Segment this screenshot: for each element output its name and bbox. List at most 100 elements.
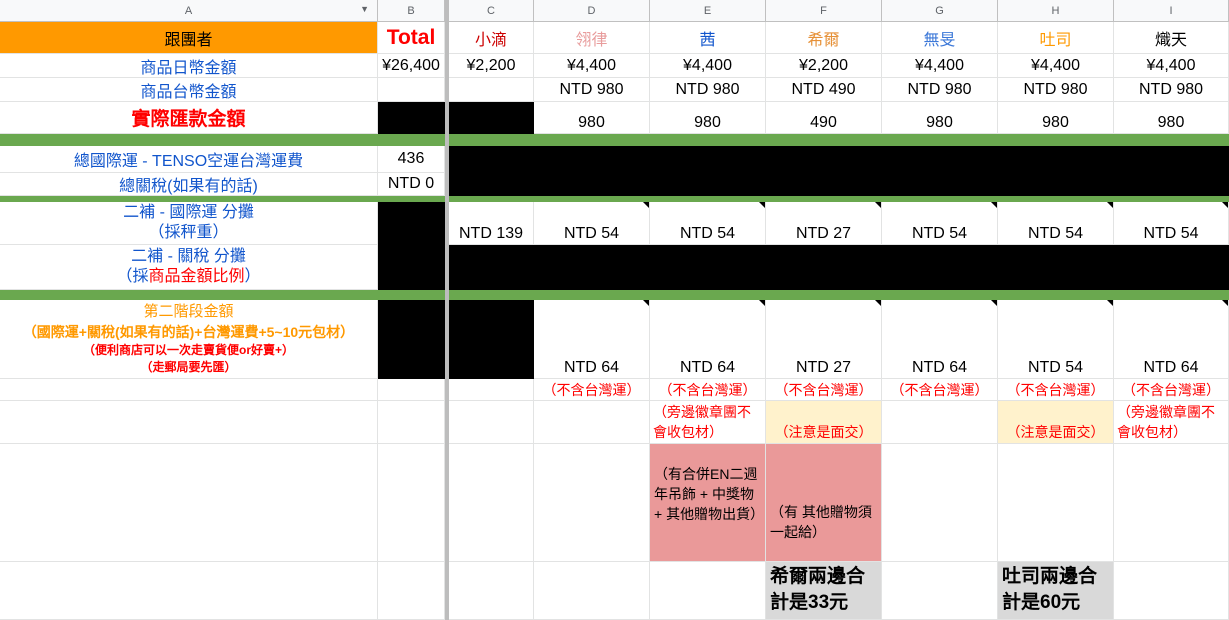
stage2-cell[interactable]: NTD 64 xyxy=(882,300,998,379)
note-indicator-icon[interactable] xyxy=(643,300,649,306)
note-cell[interactable]: （有 其他贈物須一起給） xyxy=(766,444,882,562)
redacted-cell[interactable] xyxy=(378,102,445,134)
supp-shipping-cell[interactable]: NTD 54 xyxy=(1114,202,1229,245)
note-cell[interactable]: （旁邊徽章團不會收包材） xyxy=(650,401,766,444)
empty-cell[interactable] xyxy=(0,444,378,562)
member-name-cell[interactable]: 小滴 xyxy=(449,22,534,54)
supp-shipping-cell[interactable]: NTD 139 xyxy=(449,202,534,245)
empty-cell[interactable] xyxy=(378,401,445,444)
column-header-f[interactable]: F xyxy=(766,0,882,22)
note-indicator-icon[interactable] xyxy=(759,202,765,208)
note-cell[interactable]: （不含台灣運） xyxy=(534,379,650,401)
empty-cell[interactable] xyxy=(449,401,534,444)
note-indicator-icon[interactable] xyxy=(1222,202,1228,208)
note-cell[interactable]: （不含台灣運） xyxy=(766,379,882,401)
empty-cell[interactable] xyxy=(378,444,445,562)
empty-cell[interactable] xyxy=(882,401,998,444)
stage2-cell[interactable]: NTD 64 xyxy=(650,300,766,379)
note-indicator-icon[interactable] xyxy=(643,202,649,208)
jpy-cell[interactable]: ¥4,400 xyxy=(534,54,650,78)
note-cell[interactable]: （注意是面交） xyxy=(766,401,882,444)
summary-cell[interactable]: 希爾兩邊合計是33元 xyxy=(766,562,882,620)
supp-shipping-cell[interactable]: NTD 54 xyxy=(882,202,998,245)
empty-cell[interactable] xyxy=(449,379,534,401)
member-name-cell[interactable]: 熾天 xyxy=(1114,22,1229,54)
column-menu-icon[interactable]: ▼ xyxy=(360,4,369,14)
total-jpy-cell[interactable]: ¥26,400 xyxy=(378,54,445,78)
note-cell[interactable]: （不含台灣運） xyxy=(1114,379,1229,401)
stage2-cell[interactable]: NTD 27 xyxy=(766,300,882,379)
member-name-cell[interactable]: 吐司 xyxy=(998,22,1114,54)
twd-cell[interactable]: NTD 980 xyxy=(534,78,650,102)
column-header-a[interactable]: A ▼ xyxy=(0,0,378,22)
remit-cell[interactable]: 490 xyxy=(766,102,882,134)
jpy-cell[interactable]: ¥4,400 xyxy=(1114,54,1229,78)
jpy-cell[interactable]: ¥4,400 xyxy=(998,54,1114,78)
note-indicator-icon[interactable] xyxy=(1107,202,1113,208)
label-stage2[interactable]: 第二階段金額 （國際運+關稅(如果有的話)+台灣運費+5~10元包材） （便利商… xyxy=(0,300,378,379)
empty-cell[interactable] xyxy=(449,562,534,620)
empty-cell[interactable] xyxy=(0,562,378,620)
note-cell[interactable]: （旁邊徽章團不會收包材） xyxy=(1114,401,1229,444)
label-intl-shipping[interactable]: 總國際運 - TENSO空運台灣運費 xyxy=(0,146,378,173)
twd-cell[interactable]: NTD 980 xyxy=(1114,78,1229,102)
empty-cell[interactable] xyxy=(378,562,445,620)
twd-cell[interactable]: NTD 980 xyxy=(650,78,766,102)
member-name-cell[interactable]: 翎律 xyxy=(534,22,650,54)
remit-cell[interactable]: 980 xyxy=(650,102,766,134)
column-header-e[interactable]: E xyxy=(650,0,766,22)
label-follower[interactable]: 跟團者 xyxy=(0,22,378,54)
empty-cell[interactable] xyxy=(882,562,998,620)
supp-shipping-cell[interactable]: NTD 54 xyxy=(650,202,766,245)
supp-shipping-cell[interactable]: NTD 27 xyxy=(766,202,882,245)
stage2-cell[interactable]: NTD 54 xyxy=(998,300,1114,379)
label-actual-remit[interactable]: 實際匯款金額 xyxy=(0,102,378,134)
empty-cell[interactable] xyxy=(0,401,378,444)
column-header-b[interactable]: B xyxy=(378,0,445,22)
label-customs[interactable]: 總關稅(如果有的話) xyxy=(0,173,378,196)
note-indicator-icon[interactable] xyxy=(1107,300,1113,306)
remit-cell[interactable]: 980 xyxy=(998,102,1114,134)
empty-cell[interactable] xyxy=(378,379,445,401)
twd-cell[interactable] xyxy=(449,78,534,102)
empty-cell[interactable] xyxy=(1114,444,1229,562)
empty-cell[interactable] xyxy=(882,444,998,562)
jpy-cell[interactable]: ¥2,200 xyxy=(449,54,534,78)
label-supp-shipping[interactable]: 二補 - 國際運 分攤 （採秤重） xyxy=(0,202,378,245)
note-indicator-icon[interactable] xyxy=(991,202,997,208)
note-indicator-icon[interactable] xyxy=(991,300,997,306)
label-twd-amount[interactable]: 商品台幣金額 xyxy=(0,78,378,102)
column-header-d[interactable]: D xyxy=(534,0,650,22)
empty-cell[interactable] xyxy=(1114,562,1229,620)
note-cell[interactable]: （不含台灣運） xyxy=(998,379,1114,401)
total-intl-shipping-cell[interactable]: 436 xyxy=(378,146,445,173)
column-header-c[interactable]: C xyxy=(449,0,534,22)
member-name-cell[interactable]: 茜 xyxy=(650,22,766,54)
remit-cell[interactable]: 980 xyxy=(534,102,650,134)
note-cell[interactable]: （不含台灣運） xyxy=(882,379,998,401)
label-supp-tax[interactable]: 二補 - 關稅 分攤 （採商品金額比例） xyxy=(0,245,378,290)
supp-shipping-cell[interactable]: NTD 54 xyxy=(534,202,650,245)
member-name-cell[interactable]: 希爾 xyxy=(766,22,882,54)
member-name-cell[interactable]: 無旻 xyxy=(882,22,998,54)
remit-cell[interactable]: 980 xyxy=(1114,102,1229,134)
twd-cell[interactable]: NTD 980 xyxy=(882,78,998,102)
empty-cell[interactable] xyxy=(0,379,378,401)
stage2-cell[interactable]: NTD 64 xyxy=(534,300,650,379)
total-twd-cell[interactable] xyxy=(378,78,445,102)
note-indicator-icon[interactable] xyxy=(875,202,881,208)
jpy-cell[interactable]: ¥4,400 xyxy=(650,54,766,78)
jpy-cell[interactable]: ¥2,200 xyxy=(766,54,882,78)
note-indicator-icon[interactable] xyxy=(759,300,765,306)
note-indicator-icon[interactable] xyxy=(875,300,881,306)
label-total[interactable]: Total xyxy=(378,22,445,54)
note-indicator-icon[interactable] xyxy=(1222,300,1228,306)
empty-cell[interactable] xyxy=(534,562,650,620)
stage2-cell[interactable]: NTD 64 xyxy=(1114,300,1229,379)
empty-cell[interactable] xyxy=(449,444,534,562)
twd-cell[interactable]: NTD 980 xyxy=(998,78,1114,102)
note-cell[interactable]: （注意是面交） xyxy=(998,401,1114,444)
label-jpy-amount[interactable]: 商品日幣金額 xyxy=(0,54,378,78)
note-cell[interactable]: （有合併EN二週年吊飾 + 中獎物 + 其他贈物出貨） xyxy=(650,444,766,562)
empty-cell[interactable] xyxy=(534,401,650,444)
